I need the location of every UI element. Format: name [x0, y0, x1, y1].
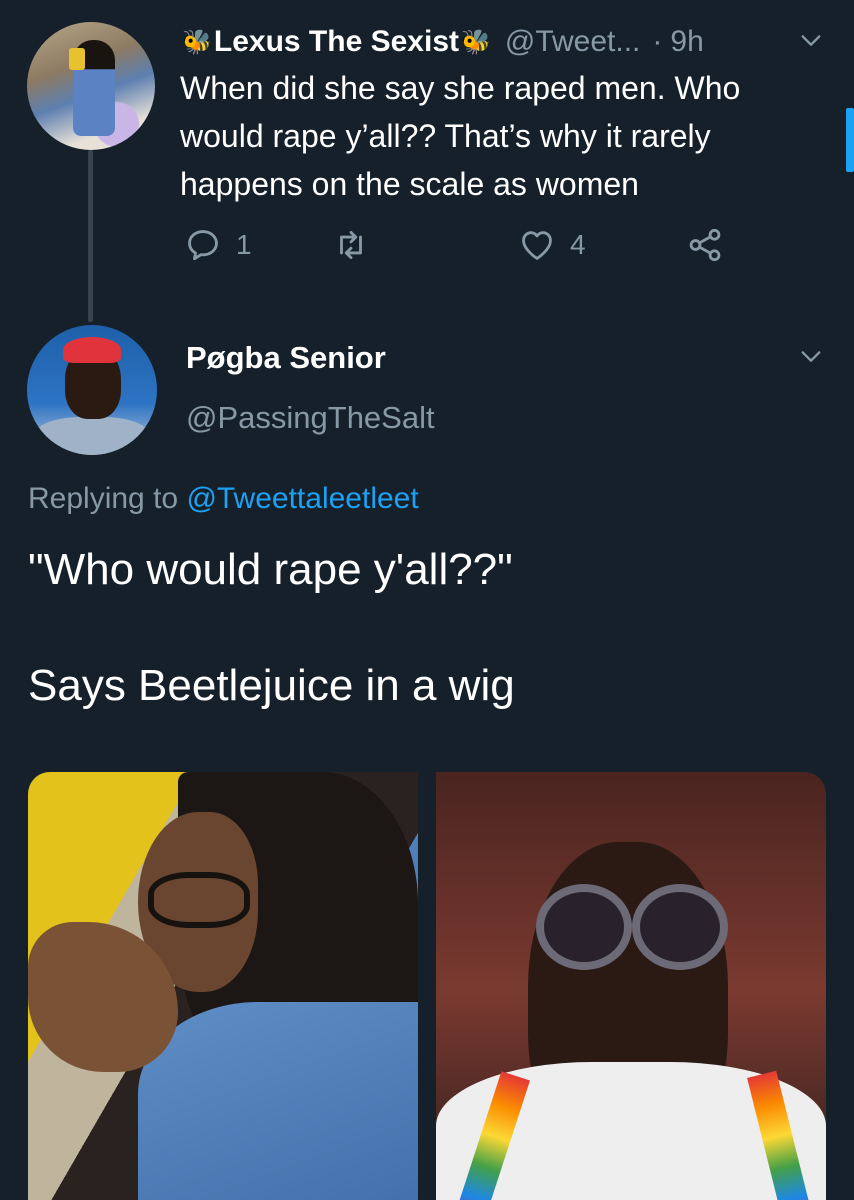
like-count: 4 [570, 229, 586, 260]
attached-photo-1[interactable] [28, 772, 418, 1200]
share-icon [689, 228, 721, 262]
reply-tweet-text: "Who would rape y'all??" Says Beetlejuic… [28, 540, 828, 716]
like-button[interactable]: 4 [518, 226, 586, 264]
reply-paragraph: "Who would rape y'all??" [28, 545, 513, 594]
avatar-phone [69, 48, 85, 70]
chevron-down-icon[interactable] [800, 30, 822, 52]
avatar-hair [63, 337, 121, 363]
heart-icon [522, 231, 552, 260]
replying-to-line: Replying to @Tweettaleetleet [28, 482, 419, 516]
reply-author-name[interactable]: Pøgba Senior [186, 340, 386, 376]
reply-author-handle[interactable]: @PassingTheSalt [186, 400, 435, 436]
parent-author-handle[interactable]: @Tweet... [505, 25, 641, 59]
photo-glasses [148, 872, 250, 928]
parent-tweet-time[interactable]: 9h [670, 25, 703, 59]
tweet-thread-page: 🐝 Lexus The Sexist 🐝 @Tweet... · 9h When… [0, 0, 854, 1200]
photo-goggle-lens [632, 884, 728, 970]
bee-emoji-icon: 🐝 [182, 28, 212, 56]
avatar-shirt [35, 417, 149, 455]
parent-author-name[interactable]: Lexus The Sexist [214, 25, 459, 59]
chevron-down-icon[interactable] [800, 346, 822, 368]
reply-button[interactable]: 1 [184, 226, 252, 264]
parent-tweet-header: 🐝 Lexus The Sexist 🐝 @Tweet... · 9h [180, 20, 820, 64]
reply-count: 1 [236, 229, 252, 260]
reply-paragraph: Says Beetlejuice in a wig [28, 661, 515, 710]
replying-to-label: Replying to [28, 482, 179, 515]
attached-photo-2[interactable] [436, 772, 826, 1200]
share-button[interactable] [686, 226, 724, 264]
parent-author-avatar[interactable] [27, 22, 155, 150]
header-separator: · [652, 25, 663, 58]
retweet-icon [340, 230, 362, 260]
retweet-button[interactable] [332, 226, 384, 264]
parent-tweet-text: When did she say she raped men. Who woul… [180, 70, 741, 202]
replying-to-mention[interactable]: @Tweettaleetleet [186, 482, 418, 515]
photo-goggle-lens [536, 884, 632, 970]
scrollbar-thumb[interactable] [846, 108, 854, 172]
reply-icon [188, 230, 218, 261]
parent-tweet-actions: 1 4 [184, 226, 744, 270]
thread-connector-line [88, 150, 93, 322]
bee-emoji-icon: 🐝 [461, 28, 491, 56]
reply-author-avatar[interactable] [27, 325, 157, 455]
photo-denim-jacket [138, 1002, 418, 1200]
